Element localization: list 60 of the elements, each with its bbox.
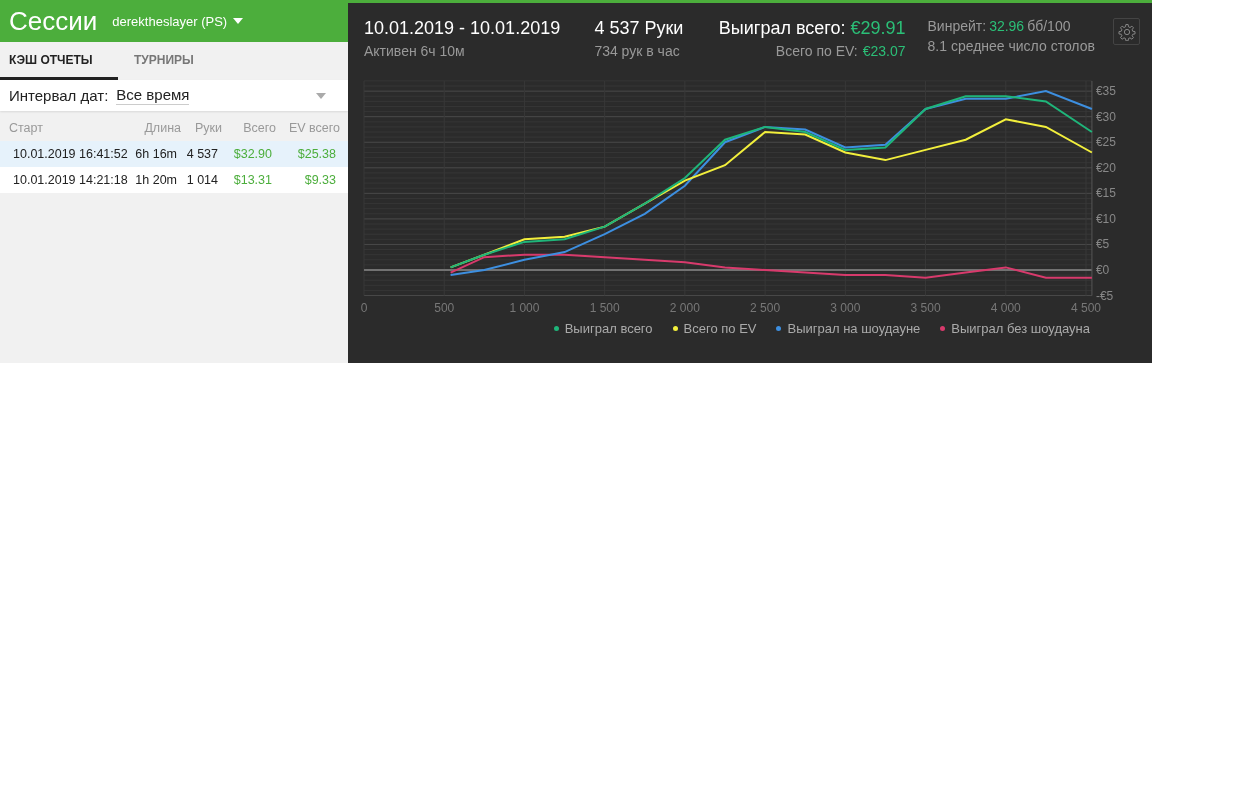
column-header: Всего	[242, 121, 276, 135]
date-range-dropdown[interactable]: Все время	[116, 86, 348, 105]
legend-label: Выиграл без шоудауна	[951, 321, 1090, 336]
caret-icon	[316, 92, 326, 99]
x-tick-label: 3 500	[910, 300, 941, 315]
ev-total-value: €23.07	[862, 43, 906, 59]
y-tick-label: €30	[1095, 109, 1116, 124]
page-title: Сессии	[9, 5, 98, 37]
settings-icon	[1117, 22, 1136, 41]
table-cell-text: $13.31	[232, 173, 272, 187]
won-total-label: Выиграл всего:	[718, 18, 846, 39]
table-cell-text: $32.90	[232, 147, 272, 161]
x-tick-label: 2 000	[669, 300, 700, 315]
y-tick-label: €20	[1095, 160, 1116, 175]
column-header: EV всего	[287, 121, 340, 135]
winrate-unit: бб/100	[1027, 18, 1071, 34]
table-cell-text: 1h 20m	[134, 173, 177, 187]
legend-label: Выиграл всего	[564, 321, 653, 336]
y-tick-label: €0	[1095, 263, 1110, 277]
table-cell-text: 10.01.2019 14:21:18	[12, 173, 129, 187]
table-cell-text: $9.33	[303, 173, 336, 187]
table-cell-text: 4 537	[185, 147, 218, 161]
x-tick-label: 0	[360, 300, 368, 315]
x-tick-label: 500	[434, 300, 455, 315]
y-tick-label: €10	[1095, 211, 1116, 226]
x-tick-label: 3 000	[830, 300, 861, 315]
caret-icon	[233, 18, 244, 24]
x-tick-label: 1 000	[509, 300, 540, 315]
filter-label: Интервал дат:	[9, 87, 109, 104]
table-cell-text: 6h 16m	[134, 147, 177, 161]
column-header: Старт	[8, 121, 44, 135]
y-tick-label: -€5	[1095, 288, 1114, 303]
table-cell-text: 1 014	[185, 173, 218, 187]
y-tick-label: €35	[1095, 84, 1116, 99]
table-row[interactable]: 10.01.2019 14:21:18 1h 20m 1 014 $13.31 $9.33	[0, 167, 348, 193]
x-tick-label: 4 000	[990, 300, 1021, 315]
active-time-text: Активен 6ч 10м	[364, 43, 466, 59]
y-tick-label: €25	[1095, 135, 1116, 150]
tab[interactable]: ТУРНИРЫ	[118, 42, 236, 80]
table-cell-text: $25.38	[296, 147, 336, 161]
x-tick-label: 4 500	[1071, 300, 1101, 315]
table-cell-text: 10.01.2019 16:41:52	[12, 147, 129, 161]
date-range-text: 10.01.2019 - 10.01.2019	[364, 18, 562, 39]
hands-per-hour: 734 рук в час	[594, 43, 681, 59]
legend-label: Всего по EV	[683, 321, 757, 336]
settings-button[interactable]	[1113, 18, 1140, 45]
x-tick-label: 1 500	[589, 300, 620, 315]
y-tick-label: €5	[1095, 237, 1110, 252]
hands-count: 4 537 Руки	[594, 18, 685, 39]
average-tables-text: 8.1 среднее число столов	[927, 38, 1096, 54]
x-tick-label: 2 500	[750, 300, 781, 315]
table-row[interactable]: 10.01.2019 16:41:52 6h 16m 4 537 $32.90 $25.38	[0, 141, 348, 167]
ev-total-label: Всего по EV:	[775, 43, 858, 59]
y-tick-label: €15	[1095, 186, 1116, 201]
winrate-label: Винрейт:	[927, 18, 987, 34]
column-header: Руки	[193, 121, 222, 135]
legend-label: Выиграл на шоудауне	[787, 321, 921, 336]
winrate-value: 32.96	[989, 18, 1025, 34]
column-header: Длина	[143, 121, 181, 135]
won-total-value: €29.91	[850, 18, 906, 39]
